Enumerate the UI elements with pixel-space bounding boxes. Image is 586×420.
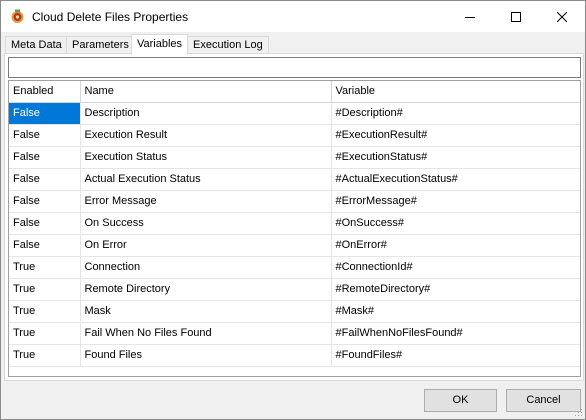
cell-variable[interactable]: #FoundFiles# <box>331 344 580 367</box>
cell-enabled[interactable]: False <box>9 190 81 213</box>
cell-enabled[interactable]: True <box>9 256 81 279</box>
cell-name[interactable]: Error Message <box>80 190 332 213</box>
close-icon <box>557 11 567 22</box>
ok-button[interactable]: OK <box>424 389 497 412</box>
cell-enabled[interactable]: False <box>9 124 81 147</box>
table-row[interactable]: False Execution Status #ExecutionStatus# <box>9 146 580 169</box>
cell-variable[interactable]: #FailWhenNoFilesFound# <box>331 322 580 345</box>
cell-variable[interactable]: #ErrorMessage# <box>331 190 580 213</box>
variables-grid[interactable]: Enabled Name Variable False Description #D… <box>8 80 581 377</box>
minimize-button[interactable] <box>447 1 493 32</box>
tab-strip: Meta Data Parameters Variables Execution… <box>5 34 581 55</box>
cell-variable[interactable]: #OnError# <box>331 234 580 257</box>
cell-enabled[interactable]: True <box>9 344 81 367</box>
cell-variable[interactable]: #ExecutionStatus# <box>331 146 580 169</box>
cell-name[interactable]: Description <box>80 102 332 125</box>
cell-name[interactable]: Fail When No Files Found <box>80 322 332 345</box>
cell-enabled[interactable]: True <box>9 300 81 323</box>
table-row[interactable]: False Description #Description# <box>9 102 580 125</box>
cell-enabled[interactable]: True <box>9 322 81 345</box>
cell-name[interactable]: On Error <box>80 234 332 257</box>
resize-grip-icon[interactable] <box>573 407 583 417</box>
column-header-variable[interactable]: Variable <box>331 81 580 103</box>
properties-dialog: Cloud Delete Files Properties Meta Data … <box>0 0 586 420</box>
column-header-enabled[interactable]: Enabled <box>9 81 81 103</box>
cell-name[interactable]: Mask <box>80 300 332 323</box>
table-row[interactable]: False On Error #OnError# <box>9 234 580 257</box>
table-row[interactable]: True Connection #ConnectionId# <box>9 256 580 279</box>
title-bar: Cloud Delete Files Properties <box>1 1 585 32</box>
cancel-button[interactable]: Cancel <box>506 389 581 412</box>
cell-enabled[interactable]: False <box>9 234 81 257</box>
maximize-icon <box>511 11 521 22</box>
cell-variable[interactable]: #ConnectionId# <box>331 256 580 279</box>
cell-name[interactable]: Execution Result <box>80 124 332 147</box>
tab-meta-data[interactable]: Meta Data <box>5 36 68 54</box>
cell-enabled[interactable]: False <box>9 212 81 235</box>
grid-header-row: Enabled Name Variable <box>9 81 580 103</box>
cell-variable[interactable]: #Description# <box>331 102 580 125</box>
table-row[interactable]: False Error Message #ErrorMessage# <box>9 190 580 213</box>
close-button[interactable] <box>539 1 585 32</box>
cell-name[interactable]: Actual Execution Status <box>80 168 332 191</box>
cell-enabled[interactable]: False <box>9 102 81 125</box>
app-gear-icon <box>10 9 25 24</box>
cell-name[interactable]: Found Files <box>80 344 332 367</box>
cell-name[interactable]: Execution Status <box>80 146 332 169</box>
variables-panel: Enabled Name Variable False Description #D… <box>4 53 584 381</box>
minimize-icon <box>465 16 475 18</box>
cell-variable[interactable]: #OnSuccess# <box>331 212 580 235</box>
column-header-name[interactable]: Name <box>80 81 332 103</box>
window-title: Cloud Delete Files Properties <box>32 10 189 24</box>
maximize-button[interactable] <box>493 1 539 32</box>
cell-variable[interactable]: #ExecutionResult# <box>331 124 580 147</box>
cell-enabled[interactable]: False <box>9 168 81 191</box>
table-row[interactable]: True Fail When No Files Found #FailWhenNoF… <box>9 322 580 345</box>
table-row[interactable]: True Mask #Mask# <box>9 300 580 323</box>
table-row[interactable]: False On Success #OnSuccess# <box>9 212 580 235</box>
cell-enabled[interactable]: True <box>9 278 81 301</box>
cell-name[interactable]: Connection <box>80 256 332 279</box>
tab-variables[interactable]: Variables <box>131 34 189 55</box>
tab-execution-log[interactable]: Execution Log <box>187 36 269 54</box>
cell-name[interactable]: On Success <box>80 212 332 235</box>
tab-parameters[interactable]: Parameters <box>66 36 135 54</box>
cell-variable[interactable]: #ActualExecutionStatus# <box>331 168 580 191</box>
cell-variable[interactable]: #RemoteDirectory# <box>331 278 580 301</box>
table-row[interactable]: False Actual Execution Status #ActualExecu… <box>9 168 580 191</box>
table-row[interactable]: True Remote Directory #RemoteDirectory# <box>9 278 580 301</box>
cell-enabled[interactable]: False <box>9 146 81 169</box>
cell-name[interactable]: Remote Directory <box>80 278 332 301</box>
table-row[interactable]: False Execution Result #ExecutionResult# <box>9 124 580 147</box>
filter-input[interactable] <box>8 57 581 78</box>
cell-variable[interactable]: #Mask# <box>331 300 580 323</box>
table-row[interactable]: True Found Files #FoundFiles# <box>9 344 580 367</box>
